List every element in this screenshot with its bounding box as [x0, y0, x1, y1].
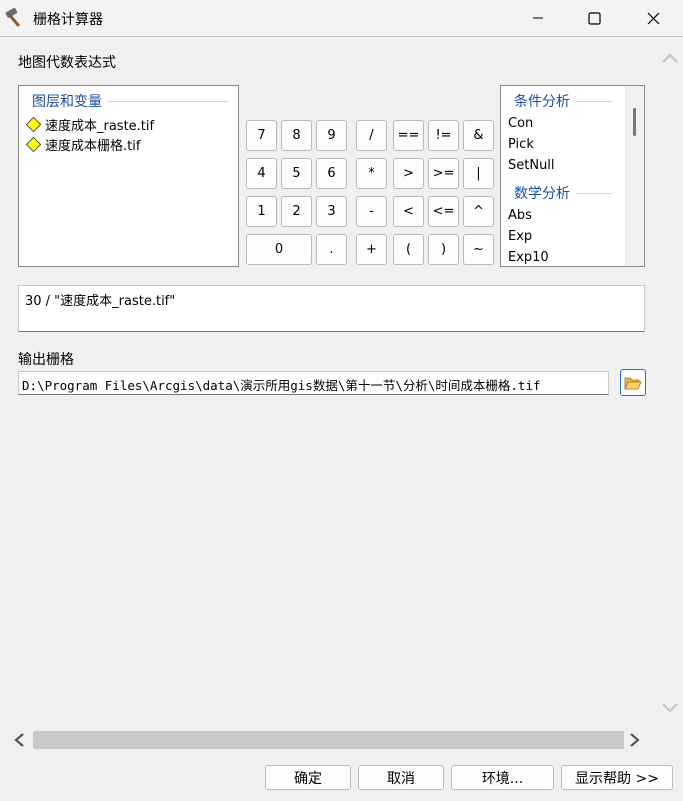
environments-button[interactable]: 环境...	[451, 765, 554, 790]
scroll-down-arrow-icon[interactable]	[661, 702, 679, 714]
title-bar: 栅格计算器	[0, 0, 683, 37]
tool-exp[interactable]: Exp	[508, 229, 532, 244]
expression-input[interactable]: 30 / "速度成本_raste.tif"	[18, 285, 645, 332]
output-raster-label: 输出栅格	[18, 352, 74, 368]
key-less[interactable]: <	[393, 196, 424, 227]
tools-group-label: 数学分析	[514, 186, 570, 202]
key-equal[interactable]: ==	[393, 120, 424, 151]
group-divider	[108, 100, 228, 102]
tools-group-conditional: 条件分析	[514, 91, 612, 111]
key-and[interactable]: &	[463, 120, 494, 151]
key-or[interactable]: |	[463, 158, 494, 189]
tools-scrollbar[interactable]	[625, 86, 644, 266]
dialog-content: 地图代数表达式 图层和变量 速度成本_raste.tif 速度成本栅格.tif …	[0, 38, 656, 728]
group-divider	[576, 192, 612, 194]
key-2[interactable]: 2	[281, 196, 312, 227]
cancel-button[interactable]: 取消	[358, 765, 444, 790]
scroll-up-arrow-icon[interactable]	[661, 52, 679, 64]
tool-pick[interactable]: Pick	[508, 137, 534, 152]
show-help-button[interactable]: 显示帮助 >>	[561, 765, 673, 790]
layers-group-label: 图层和变量	[32, 94, 102, 110]
scroll-left-arrow-icon[interactable]	[12, 732, 26, 748]
folder-open-icon	[624, 377, 642, 389]
tool-con[interactable]: Con	[508, 116, 533, 131]
layers-group-title: 图层和变量	[32, 91, 228, 111]
key-4[interactable]: 4	[246, 158, 277, 189]
maximize-icon	[587, 11, 601, 25]
layer-label: 速度成本栅格.tif	[45, 139, 141, 154]
key-add[interactable]: +	[356, 234, 387, 265]
raster-diamond-icon	[25, 136, 42, 153]
dialog-footer: 确定 取消 环境... 显示帮助 >>	[0, 752, 683, 801]
tools-group-label: 条件分析	[514, 94, 570, 110]
horizontal-scrollbar[interactable]	[0, 728, 657, 752]
group-divider	[576, 100, 612, 102]
vertical-scrollbar[interactable]	[657, 38, 683, 728]
tool-exp10[interactable]: Exp10	[508, 250, 549, 265]
key-1[interactable]: 1	[246, 196, 277, 227]
close-icon	[647, 12, 659, 24]
key-xor[interactable]: ^	[463, 196, 494, 227]
key-decimal[interactable]: .	[316, 234, 347, 265]
minimize-icon	[533, 17, 543, 19]
key-divide[interactable]: /	[356, 120, 387, 151]
hammer-icon	[5, 7, 20, 27]
browse-button[interactable]	[620, 369, 646, 396]
key-3[interactable]: 3	[316, 196, 347, 227]
layers-panel[interactable]: 图层和变量 速度成本_raste.tif 速度成本栅格.tif	[18, 85, 239, 267]
key-5[interactable]: 5	[281, 158, 312, 189]
layer-label: 速度成本_raste.tif	[45, 119, 155, 134]
output-raster-field[interactable]: D:\Program Files\Arcgis\data\演示所用gis数据\第…	[18, 371, 609, 395]
key-7[interactable]: 7	[246, 120, 277, 151]
ok-button[interactable]: 确定	[265, 765, 351, 790]
key-6[interactable]: 6	[316, 158, 347, 189]
tool-setnull[interactable]: SetNull	[508, 158, 555, 173]
tool-abs[interactable]: Abs	[508, 208, 532, 223]
key-right-paren[interactable]: )	[428, 234, 459, 265]
window-title: 栅格计算器	[33, 12, 103, 28]
layer-item[interactable]: 速度成本_raste.tif	[25, 115, 154, 134]
scroll-right-arrow-icon[interactable]	[628, 732, 642, 748]
key-not[interactable]: ~	[463, 234, 494, 265]
key-not-equal[interactable]: !=	[428, 120, 459, 151]
key-less-equal[interactable]: <=	[428, 196, 459, 227]
key-0[interactable]: 0	[246, 234, 312, 265]
key-greater[interactable]: >	[393, 158, 424, 189]
key-left-paren[interactable]: (	[393, 234, 424, 265]
scrollbar-thumb[interactable]	[633, 108, 636, 136]
close-button[interactable]	[624, 0, 682, 36]
raster-diamond-icon	[25, 116, 42, 133]
layer-item[interactable]: 速度成本栅格.tif	[25, 135, 140, 154]
key-greater-equal[interactable]: >=	[428, 158, 459, 189]
expression-section-label: 地图代数表达式	[18, 55, 116, 71]
tools-panel[interactable]: 条件分析 Con Pick SetNull 数学分析 Abs Exp Exp10	[500, 85, 645, 267]
key-8[interactable]: 8	[281, 120, 312, 151]
tools-group-math: 数学分析	[514, 183, 612, 203]
key-subtract[interactable]: -	[356, 196, 387, 227]
key-9[interactable]: 9	[316, 120, 347, 151]
minimize-button[interactable]	[509, 0, 567, 36]
horizontal-scrollbar-thumb[interactable]	[33, 731, 624, 749]
maximize-button[interactable]	[565, 0, 623, 36]
key-multiply[interactable]: *	[356, 158, 387, 189]
